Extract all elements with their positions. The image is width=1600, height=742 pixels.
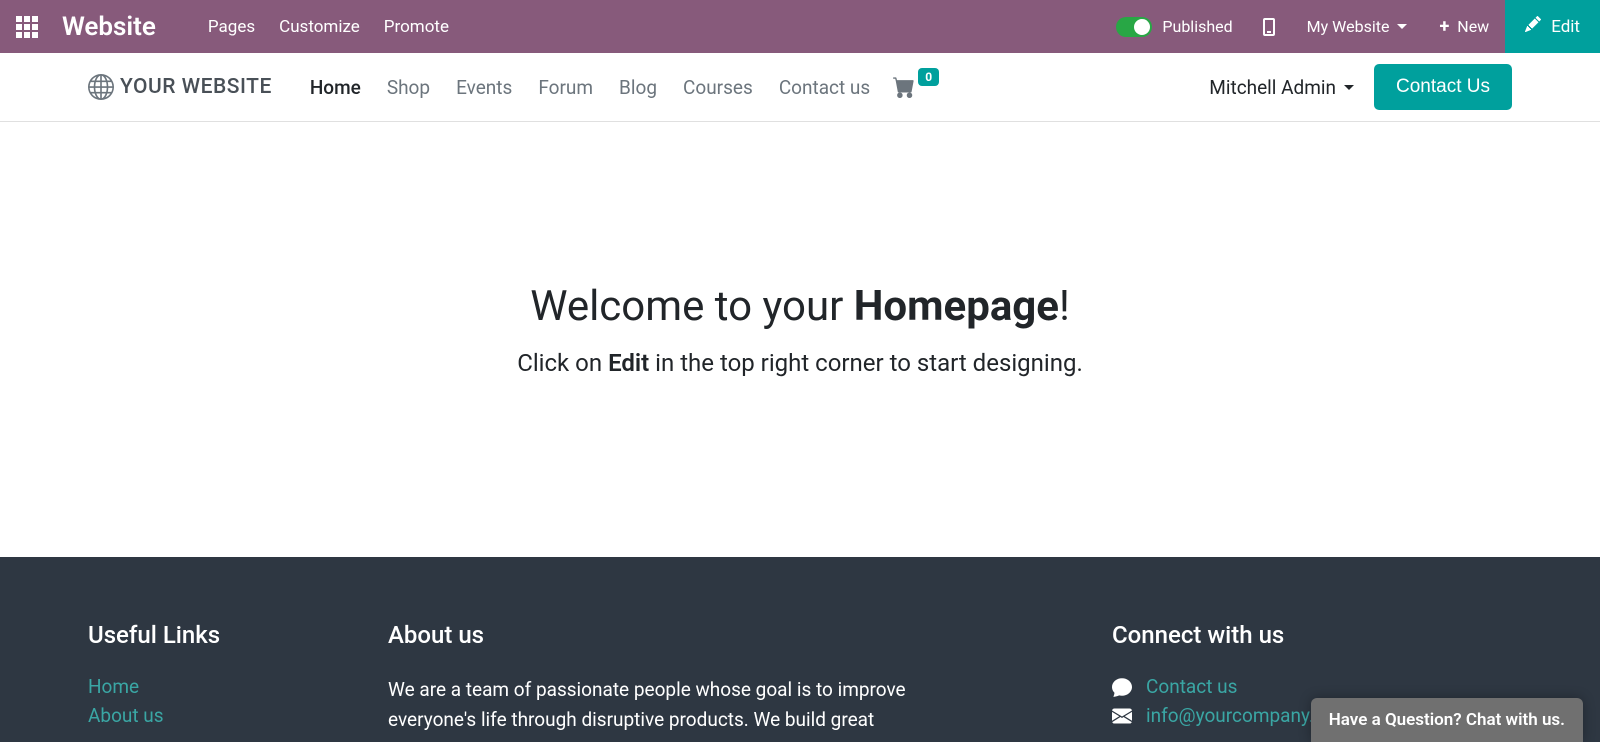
new-button[interactable]: + New <box>1423 0 1505 53</box>
cart-button[interactable]: 0 <box>892 76 941 98</box>
nav-shop[interactable]: Shop <box>387 76 430 99</box>
user-name: Mitchell Admin <box>1209 76 1336 99</box>
pencil-icon <box>1525 16 1541 37</box>
site-header: YOUR WEBSITE Home Shop Events Forum Blog… <box>0 53 1600 122</box>
contact-us-button[interactable]: Contact Us <box>1374 64 1512 110</box>
cart-count-badge: 0 <box>918 68 939 86</box>
connect-heading: Connect with us <box>1112 621 1512 649</box>
website-selector-label: My Website <box>1307 17 1390 36</box>
menu-pages[interactable]: Pages <box>208 17 255 37</box>
nav-home[interactable]: Home <box>310 76 361 99</box>
about-text: We are a team of passionate people whose… <box>388 675 948 736</box>
livechat-widget[interactable]: Have a Question? Chat with us. <box>1311 698 1583 742</box>
user-menu[interactable]: Mitchell Admin <box>1209 76 1354 99</box>
site-viewport: YOUR WEBSITE Home Shop Events Forum Blog… <box>0 53 1600 742</box>
chevron-down-icon <box>1397 24 1407 29</box>
admin-menu: Pages Customize Promote <box>208 17 449 37</box>
nav-events[interactable]: Events <box>456 76 512 99</box>
main-nav: Home Shop Events Forum Blog Courses Cont… <box>310 76 870 99</box>
footer-about: About us We are a team of passionate peo… <box>388 621 1032 736</box>
edit-label: Edit <box>1551 17 1580 37</box>
footer-useful-links: Useful Links Home About us <box>88 621 308 736</box>
chat-icon <box>1112 677 1132 697</box>
connect-contact-link[interactable]: Contact us <box>1146 675 1237 698</box>
scroll-area[interactable]: YOUR WEBSITE Home Shop Events Forum Blog… <box>0 53 1600 742</box>
logo-text: YOUR WEBSITE <box>120 75 272 99</box>
hero-title-pre: Welcome to your <box>530 282 854 331</box>
admin-topbar: Website Pages Customize Promote Publishe… <box>0 0 1600 53</box>
topbar-left: Website Pages Customize Promote <box>0 12 449 42</box>
nav-forum[interactable]: Forum <box>538 76 593 99</box>
globe-icon <box>88 74 114 100</box>
plus-icon: + <box>1439 16 1449 37</box>
topbar-right: Published My Website + New Edit <box>1102 0 1600 53</box>
menu-promote[interactable]: Promote <box>384 17 449 37</box>
header-right: Mitchell Admin Contact Us <box>1209 64 1512 110</box>
publish-label: Published <box>1162 17 1232 36</box>
site-logo[interactable]: YOUR WEBSITE <box>88 74 272 100</box>
app-brand[interactable]: Website <box>62 12 156 42</box>
useful-links-heading: Useful Links <box>88 621 308 649</box>
footer-link-home[interactable]: Home <box>88 675 139 698</box>
menu-customize[interactable]: Customize <box>279 17 360 37</box>
nav-blog[interactable]: Blog <box>619 76 657 99</box>
hero-subtitle: Click on Edit in the top right corner to… <box>20 349 1580 377</box>
edit-button[interactable]: Edit <box>1505 0 1600 53</box>
hero-sub-pre: Click on <box>517 349 608 377</box>
mobile-preview-button[interactable] <box>1247 0 1291 53</box>
apps-grid-icon[interactable] <box>16 16 38 38</box>
hero-section: Welcome to your Homepage! Click on Edit … <box>0 122 1600 557</box>
website-selector[interactable]: My Website <box>1291 0 1424 53</box>
about-heading: About us <box>388 621 1032 649</box>
publish-toggle-wrap: Published <box>1102 17 1246 37</box>
nav-contact[interactable]: Contact us <box>779 76 870 99</box>
envelope-icon <box>1112 706 1132 726</box>
nav-courses[interactable]: Courses <box>683 76 753 99</box>
hero-title-strong: Homepage <box>854 282 1059 331</box>
mobile-icon <box>1263 18 1275 36</box>
hero-title: Welcome to your Homepage! <box>20 282 1580 331</box>
useful-links-list: Home About us <box>88 675 308 727</box>
chevron-down-icon <box>1344 85 1354 90</box>
hero-title-post: ! <box>1059 282 1070 331</box>
new-label: New <box>1457 17 1489 36</box>
hero-sub-strong: Edit <box>608 349 649 377</box>
cart-icon <box>892 76 916 98</box>
footer-link-about[interactable]: About us <box>88 704 164 727</box>
publish-toggle[interactable] <box>1116 17 1152 37</box>
hero-sub-post: in the top right corner to start designi… <box>649 349 1083 377</box>
